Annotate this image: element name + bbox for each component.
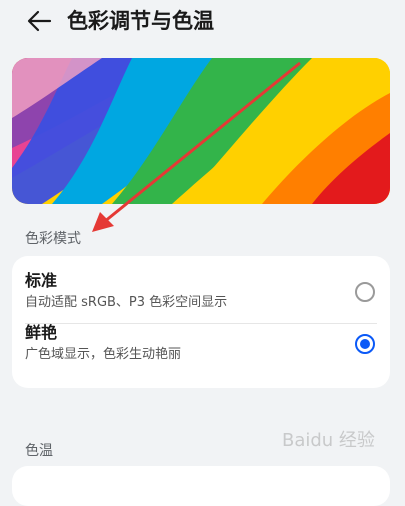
option-standard[interactable]: 标准 自动适配 sRGB、P3 色彩空间显示 — [12, 256, 390, 322]
radio-vivid[interactable] — [355, 334, 375, 354]
page-title: 色彩调节与色温 — [67, 9, 214, 33]
arrow-left-icon[interactable] — [24, 6, 54, 36]
header: 色彩调节与色温 — [0, 0, 405, 44]
rainbow-wallpaper-image — [12, 58, 390, 204]
option-vivid-description: 广色域显示，色彩生动艳丽 — [25, 347, 182, 362]
watermark: Baidu 经验 — [282, 430, 375, 451]
color-temperature-card[interactable] — [12, 466, 390, 506]
option-standard-description: 自动适配 sRGB、P3 色彩空间显示 — [25, 295, 228, 310]
section-label-color-mode: 色彩模式 — [25, 231, 81, 247]
option-vivid-title: 鲜艳 — [25, 323, 58, 342]
option-vivid[interactable]: 鲜艳 广色域显示，色彩生动艳丽 — [12, 322, 390, 388]
option-standard-title: 标准 — [25, 271, 58, 290]
radio-standard[interactable] — [355, 282, 375, 302]
section-label-color-temperature: 色温 — [25, 443, 53, 459]
color-mode-card: 标准 自动适配 sRGB、P3 色彩空间显示 鲜艳 广色域显示，色彩生动艳丽 — [12, 256, 390, 388]
